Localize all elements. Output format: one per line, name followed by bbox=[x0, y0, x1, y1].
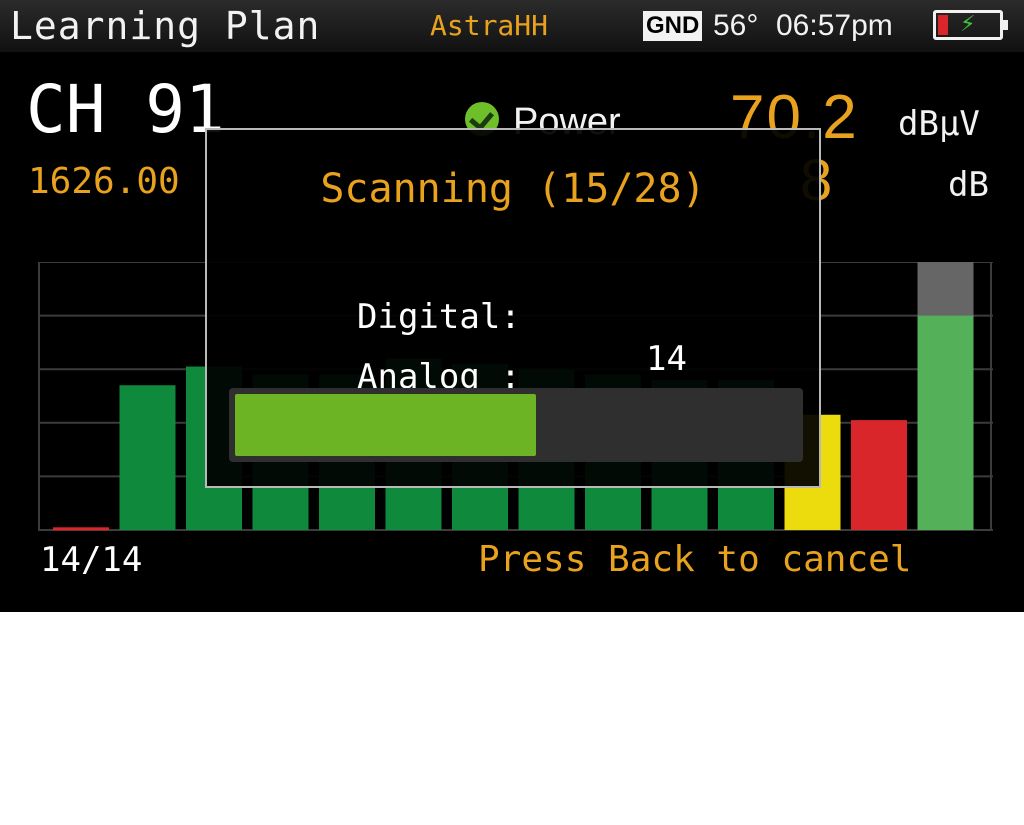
chart-bar bbox=[53, 527, 109, 531]
status-bar: Learning Plan AstraHH GND 56° 06:57pm ⚡ bbox=[0, 0, 1024, 52]
channel-label: CH 91 bbox=[26, 71, 225, 148]
scan-progress-bar bbox=[229, 388, 803, 462]
scanning-dialog: Scanning (15/28) Digital: 14 Analog : 0 bbox=[205, 128, 821, 488]
chart-bar bbox=[119, 385, 176, 530]
chart-bar bbox=[851, 420, 907, 530]
charging-bolt-icon: ⚡ bbox=[960, 12, 976, 37]
frequency-readout: 1626.00 bbox=[28, 161, 180, 202]
chart-bar bbox=[917, 315, 974, 530]
meter-screen: Learning Plan AstraHH GND 56° 06:57pm ⚡ … bbox=[0, 0, 1024, 612]
cn-unit: dB bbox=[948, 165, 989, 205]
cancel-hint: Press Back to cancel bbox=[478, 539, 912, 580]
gnd-badge: GND bbox=[643, 11, 703, 41]
scan-progress-fill bbox=[235, 394, 536, 456]
battery-tip bbox=[1003, 20, 1008, 30]
dialog-title: Scanning (15/28) bbox=[320, 166, 706, 212]
channel-counter: 14/14 bbox=[40, 540, 143, 580]
battery-charging-icon: ⚡ bbox=[933, 10, 1008, 40]
power-unit: dBµV bbox=[898, 104, 980, 144]
page-title: Learning Plan bbox=[10, 4, 321, 48]
satellite-name: AstraHH bbox=[430, 9, 549, 42]
temperature-readout: 56° bbox=[713, 9, 759, 42]
clock: 06:57pm bbox=[776, 9, 893, 42]
battery-level bbox=[938, 15, 948, 35]
